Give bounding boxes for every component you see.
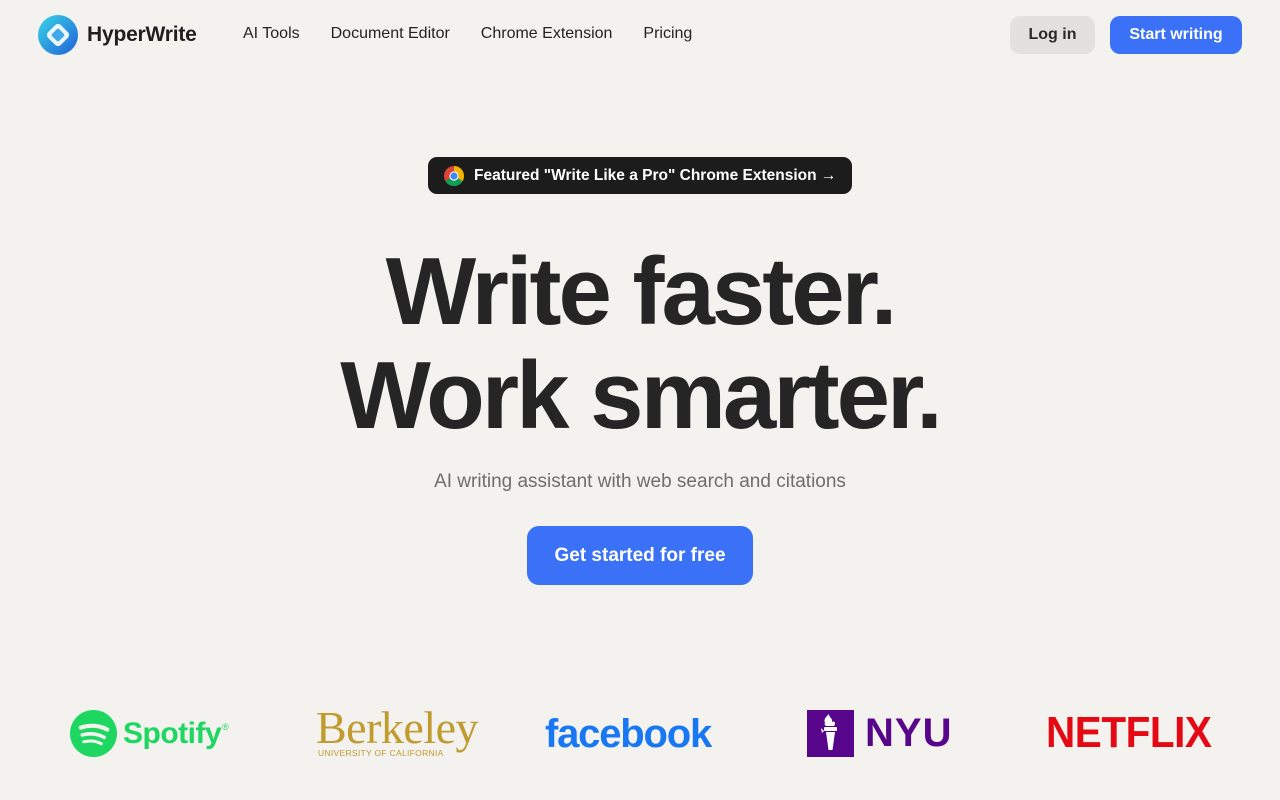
nyu-wordmark: NYU xyxy=(865,711,953,755)
page: HyperWrite AI Tools Document Editor Chro… xyxy=(0,0,1280,800)
customer-logos: Spotify ® Berkeley UNIVERSITY OF CALIFOR… xyxy=(0,690,1280,780)
nav-ai-tools[interactable]: AI Tools xyxy=(243,24,300,44)
hero-title-line-1: Write faster. xyxy=(385,238,898,345)
get-started-button[interactable]: Get started for free xyxy=(527,526,753,585)
netflix-logo: NETFLIX xyxy=(1046,708,1226,758)
hyperwrite-logo-icon xyxy=(38,15,78,55)
nav-chrome-extension[interactable]: Chrome Extension xyxy=(481,24,613,44)
featured-text: Featured "Write Like a Pro" Chrome Exten… xyxy=(474,166,837,184)
hero-title-line-2: Work smarter. xyxy=(340,342,943,449)
nyu-logo: NYU xyxy=(807,709,952,757)
hero-subtitle: AI writing assistant with web search and… xyxy=(434,471,846,492)
brand-name: HyperWrite xyxy=(87,23,197,46)
nav-document-editor[interactable]: Document Editor xyxy=(331,24,450,44)
netflix-wordmark: NETFLIX xyxy=(1046,708,1212,757)
login-button[interactable]: Log in xyxy=(1010,16,1095,54)
facebook-logo: facebook xyxy=(545,710,712,758)
site-header: HyperWrite AI Tools Document Editor Chro… xyxy=(0,0,1280,70)
berkeley-subtitle: UNIVERSITY OF CALIFORNIA xyxy=(318,748,444,758)
nav-pricing[interactable]: Pricing xyxy=(643,24,692,44)
spotify-logo: Spotify ® xyxy=(70,710,229,757)
facebook-wordmark: facebook xyxy=(545,712,712,756)
start-writing-button[interactable]: Start writing xyxy=(1110,16,1242,54)
berkeley-wordmark: Berkeley xyxy=(316,702,479,753)
brand-link[interactable]: HyperWrite xyxy=(38,15,197,55)
nyu-torch-icon xyxy=(807,709,854,757)
featured-extension-link[interactable]: Featured "Write Like a Pro" Chrome Exten… xyxy=(428,157,852,194)
main-nav: AI Tools Document Editor Chrome Extensio… xyxy=(243,24,723,44)
spotify-wordmark: Spotify xyxy=(123,716,222,750)
chrome-icon xyxy=(444,165,464,186)
spotify-registered-mark: ® xyxy=(222,722,229,732)
spotify-icon xyxy=(70,710,117,757)
berkeley-logo: Berkeley UNIVERSITY OF CALIFORNIA xyxy=(316,702,479,759)
